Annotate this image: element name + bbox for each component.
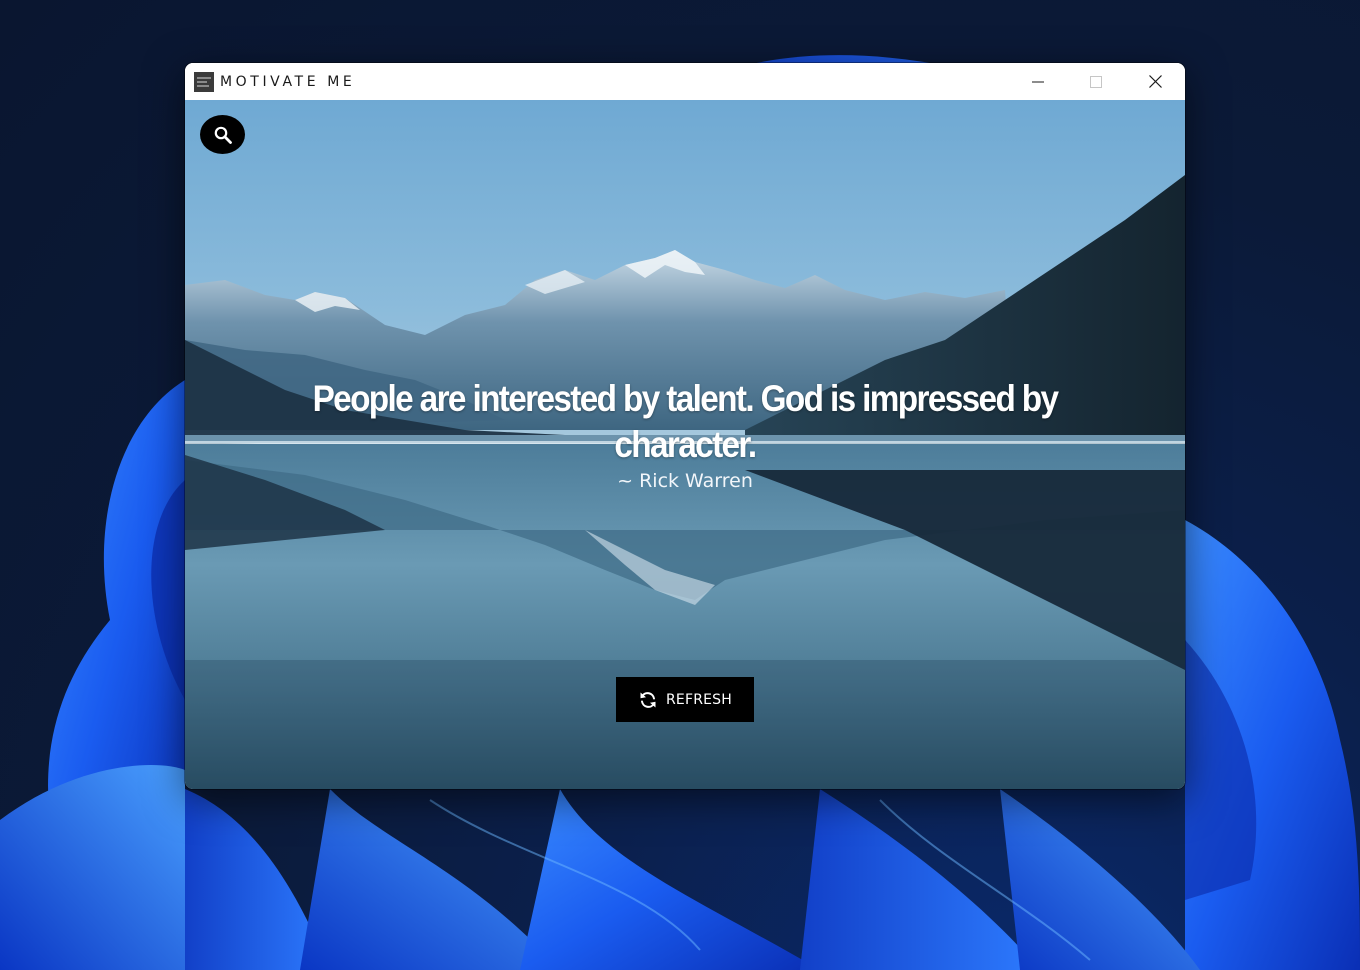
refresh-button[interactable]: REFRESH: [616, 677, 754, 722]
app-logo-icon: [194, 71, 214, 92]
quote-author: ~ Rick Warren: [617, 470, 753, 492]
refresh-icon: [640, 691, 656, 708]
close-icon: [1148, 75, 1162, 88]
maximize-icon: [1090, 75, 1102, 88]
quote-text: People are interested by talent. God is …: [312, 378, 1059, 465]
refresh-label: REFRESH: [665, 691, 732, 708]
window-title: MOTIVATE ME: [220, 73, 356, 90]
search-icon: [214, 126, 232, 144]
maximize-button[interactable]: [1067, 63, 1125, 100]
search-button[interactable]: [200, 115, 245, 154]
app-window: MOTIVATE ME People are interested by tal…: [185, 63, 1185, 789]
desktop: MOTIVATE ME People are interested by tal…: [0, 0, 1360, 970]
quote-panel: People are interested by talent. God is …: [185, 100, 1185, 789]
minimize-button[interactable]: [1009, 63, 1067, 100]
minimize-icon: [1032, 80, 1044, 83]
title-bar[interactable]: MOTIVATE ME: [185, 63, 1185, 100]
close-button[interactable]: [1126, 63, 1184, 100]
